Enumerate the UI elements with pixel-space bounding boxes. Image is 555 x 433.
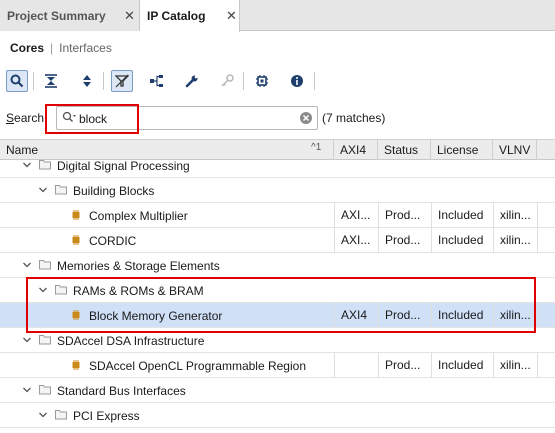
tab-project-summary[interactable]: Project Summary ✕ (0, 0, 140, 31)
close-icon[interactable]: ✕ (226, 8, 237, 24)
subtab-cores[interactable]: Cores (10, 41, 44, 55)
tree-row-label: Complex Multiplier (89, 209, 188, 223)
tree-row-label: CORDIC (89, 234, 137, 248)
info-icon[interactable] (286, 70, 308, 92)
tab-ip-catalog-label: IP Catalog (147, 9, 206, 23)
cell-filler (537, 353, 555, 378)
hierarchy-icon[interactable] (146, 70, 168, 92)
subtab-separator: | (50, 41, 54, 55)
cell-status: Prod... (378, 353, 431, 378)
toolbar-separator (314, 72, 315, 90)
cell-license: Included (431, 203, 493, 228)
tree-folder-row[interactable]: Digital Signal Processing (0, 153, 555, 178)
tab-ip-catalog[interactable]: IP Catalog ✕ (140, 0, 240, 32)
cell-axi4 (334, 353, 378, 378)
cell-filler (537, 228, 555, 253)
cell-filler (537, 203, 555, 228)
tree-row-label: Digital Signal Processing (57, 159, 190, 173)
cell-status: Prod... (378, 203, 431, 228)
tree-folder-row[interactable]: Memories & Storage Elements (0, 253, 555, 278)
sort-indicator: ^1 (311, 142, 322, 153)
chevron-down-icon[interactable] (22, 334, 32, 348)
chevron-down-icon[interactable] (38, 184, 48, 198)
folder-icon (39, 159, 51, 173)
match-count: (7 matches) (322, 111, 386, 125)
tree-ip-row[interactable]: Complex Multiplier AXI... Prod... Included x… (0, 203, 555, 228)
ip-core-icon (70, 359, 82, 374)
collapse-all-icon[interactable] (40, 70, 62, 92)
chip-icon[interactable] (251, 70, 273, 92)
cell-axi4: AXI... (334, 228, 378, 253)
subtab-interfaces[interactable]: Interfaces (59, 41, 112, 55)
close-icon[interactable]: ✕ (124, 8, 135, 24)
tree-row-label: Standard Bus Interfaces (57, 384, 186, 398)
cell-status: Prod... (378, 228, 431, 253)
ip-core-icon (70, 234, 82, 249)
folder-icon (55, 409, 67, 423)
toolbar-separator (243, 72, 244, 90)
search-highlight-box (45, 104, 139, 134)
ip-core-icon (70, 209, 82, 224)
toolbar-separator (103, 72, 104, 90)
chevron-down-icon[interactable] (38, 409, 48, 423)
folder-icon (55, 184, 67, 198)
tree-folder-row[interactable]: Building Blocks (0, 178, 555, 203)
folder-icon (39, 334, 51, 348)
chevron-down-icon[interactable] (22, 384, 32, 398)
cell-filler (537, 303, 555, 328)
tree-row-label: Memories & Storage Elements (57, 259, 220, 273)
clear-search-icon[interactable] (299, 111, 313, 128)
cell-vlnv: xilin... (493, 228, 537, 253)
tree-row-label: SDAccel OpenCL Programmable Region (89, 359, 306, 373)
cell-license: Included (431, 353, 493, 378)
toolbar-separator (33, 72, 34, 90)
expand-all-icon[interactable] (76, 70, 98, 92)
search-icon[interactable] (6, 70, 28, 92)
tree-folder-row[interactable]: PCI Express (0, 403, 555, 428)
key-icon[interactable] (216, 70, 238, 92)
search-label: Search (6, 111, 45, 125)
editor-tab-bar: Project Summary ✕ IP Catalog ✕ (0, 0, 555, 32)
chevron-down-icon[interactable] (22, 159, 32, 173)
tab-project-summary-label: Project Summary (7, 8, 106, 23)
folder-icon (39, 384, 51, 398)
tree-ip-row[interactable]: SDAccel OpenCL Programmable Region Prod..… (0, 353, 555, 378)
folder-icon (39, 259, 51, 273)
cell-license: Included (431, 228, 493, 253)
chevron-down-icon[interactable] (22, 259, 32, 273)
filter-icon[interactable] (111, 70, 133, 92)
cell-vlnv: xilin... (493, 203, 537, 228)
result-highlight-box (26, 277, 536, 333)
tree-folder-row[interactable]: Standard Bus Interfaces (0, 378, 555, 403)
wrench-icon[interactable] (181, 70, 203, 92)
tree-ip-row[interactable]: CORDIC AXI... Prod... Included xilin... (0, 228, 555, 253)
tree-row-label: SDAccel DSA Infrastructure (57, 334, 205, 348)
tree-row-label: Building Blocks (73, 184, 155, 198)
catalog-toolbar (0, 67, 555, 99)
cell-vlnv: xilin... (493, 353, 537, 378)
catalog-subtabs: Cores | Interfaces (0, 31, 555, 65)
tree-row-label: PCI Express (73, 409, 140, 423)
cell-axi4: AXI... (334, 203, 378, 228)
